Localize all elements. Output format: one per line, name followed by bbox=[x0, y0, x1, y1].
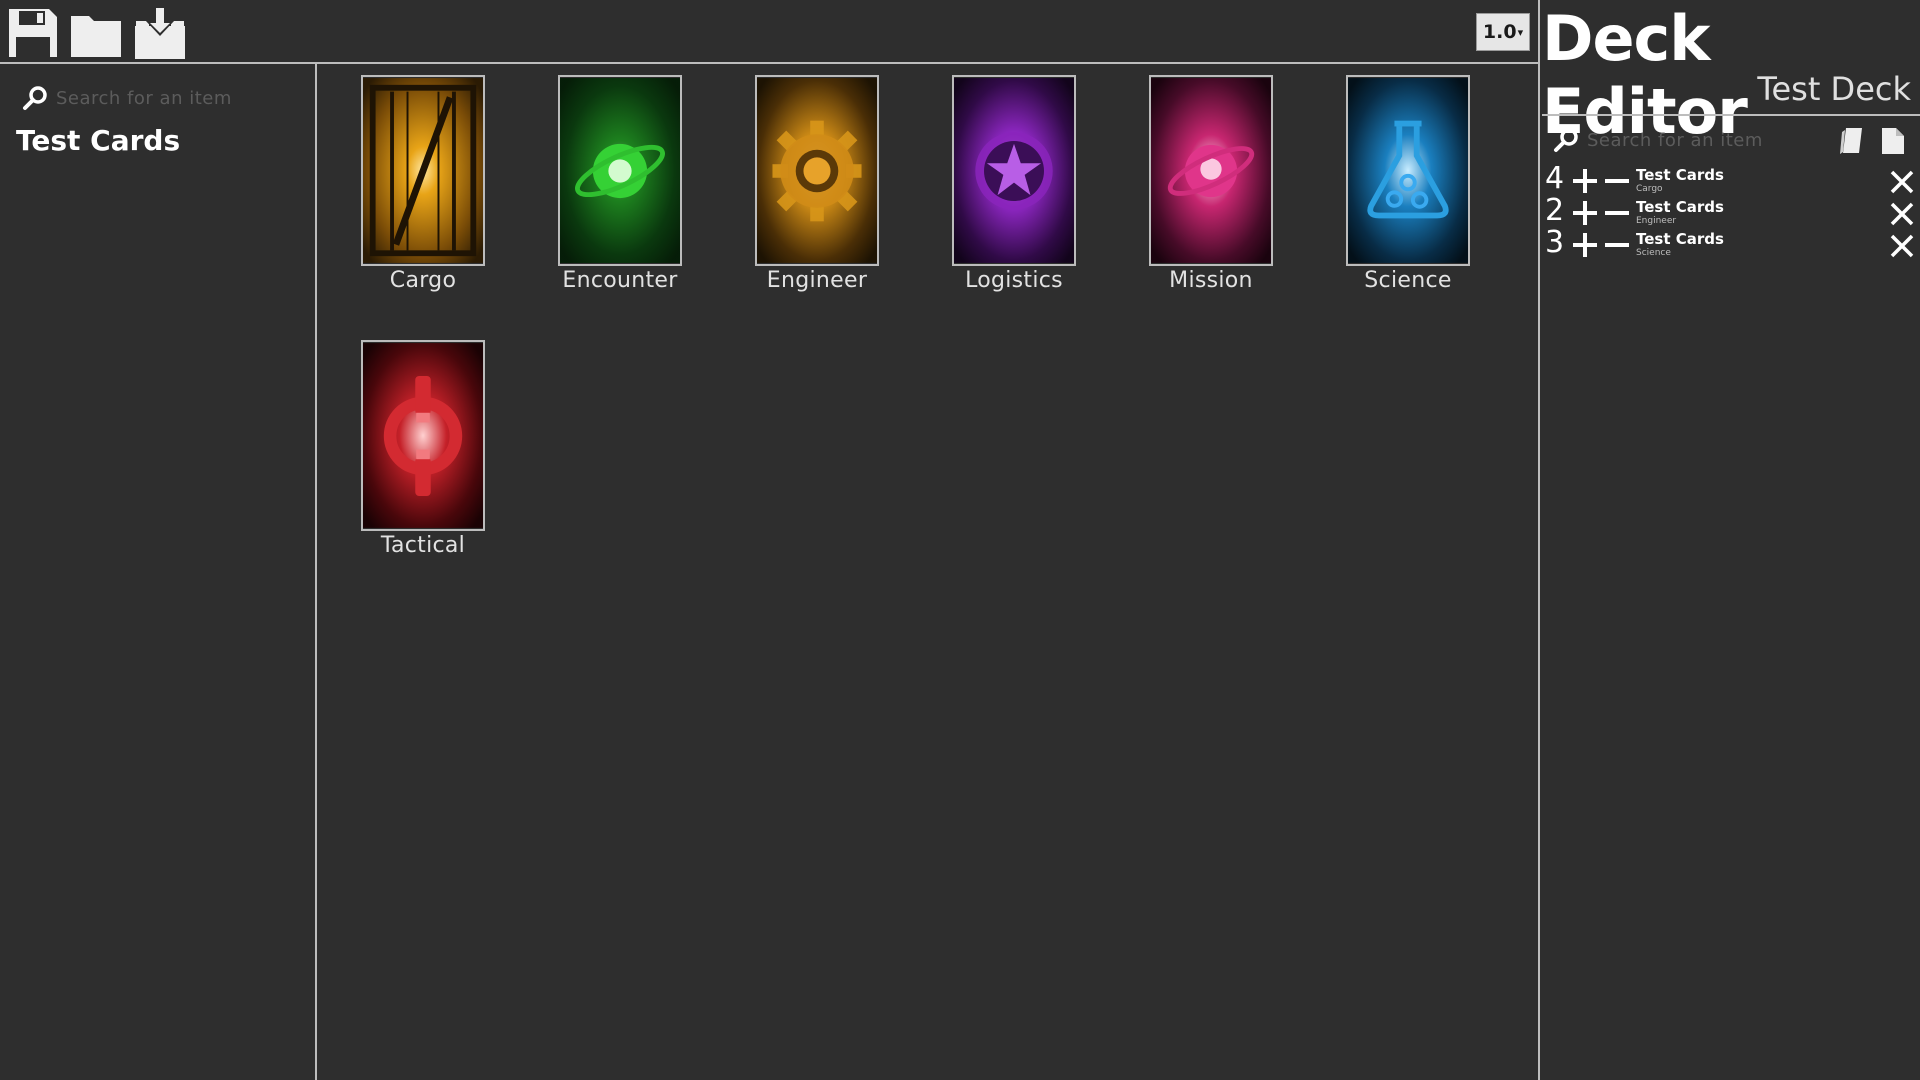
deck-search bbox=[1553, 127, 1787, 153]
deck-name[interactable]: Test Deck bbox=[1757, 70, 1911, 108]
cards-icon[interactable] bbox=[1838, 126, 1866, 156]
emblem-icon bbox=[363, 343, 483, 528]
plus-icon[interactable] bbox=[1572, 200, 1598, 226]
entry-name: Test Cards bbox=[1636, 198, 1724, 216]
card-label: Tactical bbox=[380, 533, 466, 558]
card-tactical[interactable]: Tactical bbox=[361, 340, 485, 558]
version-dropdown[interactable]: 1.0▾ bbox=[1476, 13, 1530, 51]
card-count: 3 bbox=[1545, 225, 1565, 260]
deck-entry: 3 Test Cards Science bbox=[1542, 225, 1920, 260]
flask-icon bbox=[1348, 78, 1468, 263]
card-mission[interactable]: Mission bbox=[1149, 75, 1273, 293]
deck-entry: 2 Test Cards Engineer bbox=[1542, 193, 1920, 228]
deck-entry: 4 Test Cards Cargo bbox=[1542, 161, 1920, 196]
card-engineer[interactable]: Engineer bbox=[755, 75, 879, 293]
version-label: 1.0 bbox=[1482, 21, 1517, 43]
card-science[interactable]: Science bbox=[1346, 75, 1470, 293]
search-input[interactable] bbox=[1587, 129, 1787, 151]
gear-icon bbox=[757, 78, 877, 263]
minus-icon[interactable] bbox=[1604, 232, 1630, 258]
search-icon bbox=[23, 86, 47, 110]
card-cargo[interactable]: Cargo bbox=[361, 75, 485, 293]
entry-subtitle: Cargo bbox=[1636, 184, 1663, 194]
download-icon[interactable] bbox=[133, 6, 187, 60]
search-input[interactable] bbox=[56, 87, 296, 109]
chevron-down-icon: ▾ bbox=[1517, 26, 1524, 39]
card-art bbox=[1346, 75, 1470, 266]
search-icon bbox=[1554, 128, 1578, 152]
card-label: Cargo bbox=[389, 268, 457, 293]
card-label: Engineer bbox=[766, 268, 868, 293]
card-label: Science bbox=[1364, 268, 1452, 293]
close-icon[interactable] bbox=[1889, 169, 1915, 195]
toolbar: 1.0▾ bbox=[0, 0, 1540, 64]
card-art bbox=[755, 75, 879, 266]
entry-name: Test Cards bbox=[1636, 166, 1724, 184]
planet-icon bbox=[560, 78, 680, 263]
minus-icon[interactable] bbox=[1604, 200, 1630, 226]
divider bbox=[315, 62, 317, 1080]
file-icon[interactable] bbox=[1879, 126, 1907, 156]
divider bbox=[1542, 114, 1920, 116]
save-icon[interactable] bbox=[6, 6, 60, 60]
card-logistics[interactable]: Logistics bbox=[952, 75, 1076, 293]
deck-editor-app: 1.0▾ Test Cards bbox=[0, 0, 1920, 1080]
deck-panel: Deck Editor Test Deck 4 bbox=[1542, 0, 1920, 1080]
close-icon[interactable] bbox=[1889, 233, 1915, 259]
card-label: Encounter bbox=[562, 268, 678, 293]
sidebar-search bbox=[22, 85, 296, 111]
card-count: 4 bbox=[1545, 161, 1565, 196]
plus-icon[interactable] bbox=[1572, 168, 1598, 194]
card-label: Mission bbox=[1169, 268, 1253, 293]
entry-subtitle: Science bbox=[1636, 248, 1671, 258]
sidebar: Test Cards bbox=[0, 64, 315, 1080]
card-art bbox=[361, 340, 485, 531]
star-icon bbox=[954, 78, 1074, 263]
sidebar-item-test-cards[interactable]: Test Cards bbox=[16, 124, 180, 157]
entry-subtitle: Engineer bbox=[1636, 216, 1677, 226]
card-art bbox=[1149, 75, 1273, 266]
card-grid: Cargo Encounter Engineer Logistics Missi… bbox=[318, 64, 1538, 1080]
card-art bbox=[558, 75, 682, 266]
close-icon[interactable] bbox=[1889, 201, 1915, 227]
card-encounter[interactable]: Encounter bbox=[558, 75, 682, 293]
crate-icon bbox=[363, 78, 483, 263]
card-art bbox=[361, 75, 485, 266]
card-label: Logistics bbox=[965, 268, 1063, 293]
minus-icon[interactable] bbox=[1604, 168, 1630, 194]
divider bbox=[1538, 0, 1540, 1080]
planet-icon bbox=[1151, 78, 1271, 263]
card-art bbox=[952, 75, 1076, 266]
open-folder-icon[interactable] bbox=[69, 6, 123, 60]
entry-name: Test Cards bbox=[1636, 230, 1724, 248]
plus-icon[interactable] bbox=[1572, 232, 1598, 258]
card-count: 2 bbox=[1545, 193, 1565, 228]
